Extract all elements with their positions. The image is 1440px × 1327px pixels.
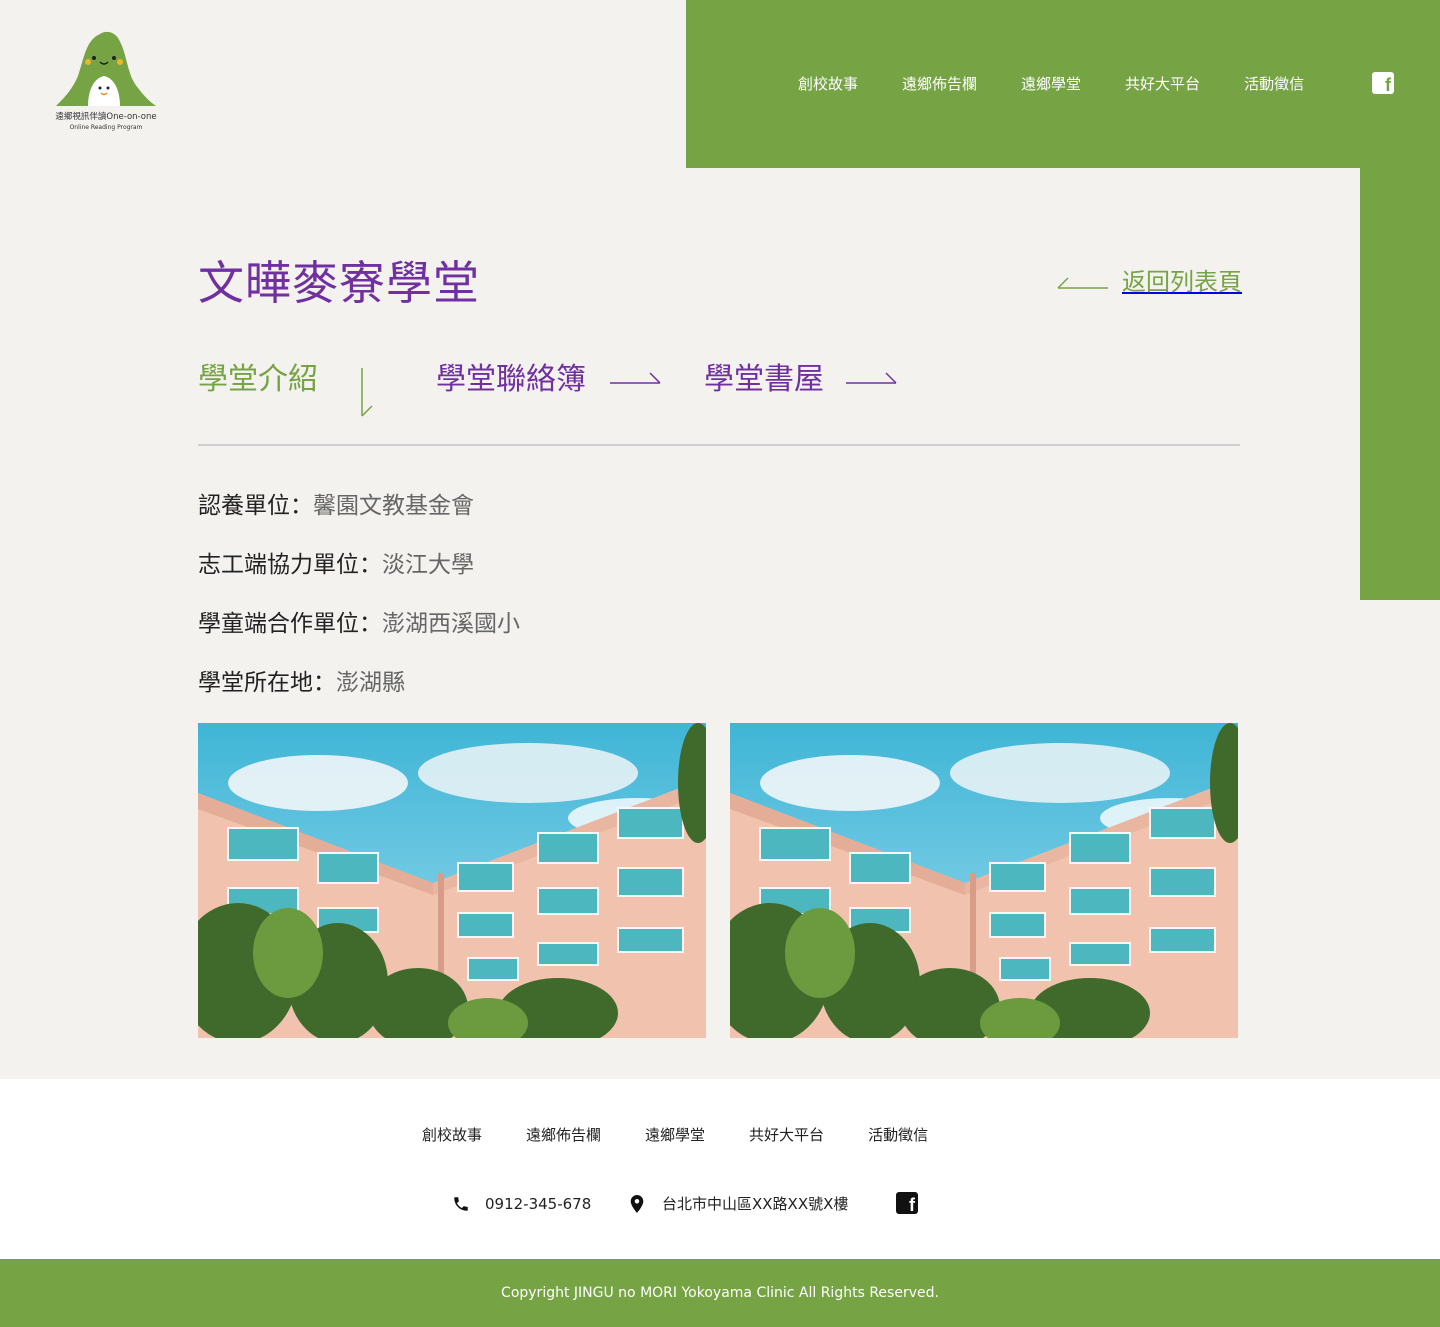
logo-subtitle: Online Reading Program <box>69 124 143 131</box>
info-student-partner: 學童端合作單位：澎湖西溪國小 <box>198 606 520 642</box>
tab-contact-book[interactable]: 學堂聯絡簿 <box>436 360 586 400</box>
arrow-right-icon <box>846 372 897 384</box>
phone-icon <box>454 1197 468 1211</box>
nav-item-platform[interactable]: 共好大平台 <box>1125 72 1200 96</box>
footer-nav: 創校故事 遠鄉佈告欄 遠鄉學堂 共好大平台 活動徵信 <box>422 1123 972 1147</box>
footer-nav-school[interactable]: 遠鄉學堂 <box>645 1123 705 1147</box>
back-to-list-link[interactable]: 返回列表頁 <box>1056 266 1242 298</box>
footer-phone[interactable]: 0912-345-678 <box>452 1191 591 1217</box>
arrow-left-icon <box>1057 277 1108 289</box>
info-location: 學堂所在地：澎湖縣 <box>198 665 520 701</box>
arrow-down-icon <box>361 368 373 417</box>
location-pin-icon <box>630 1195 644 1213</box>
info-value: 澎湖縣 <box>336 670 405 696</box>
address-text: 台北市中山區XX路XX號X樓 <box>662 1195 849 1213</box>
info-value: 馨園文教基金會 <box>313 493 474 519</box>
footer-contact: 0912-345-678 台北市中山區XX路XX號X樓 f <box>452 1191 932 1217</box>
copyright-bar: Copyright JINGU no MORI Yokoyama Clinic … <box>0 1259 1440 1327</box>
info-sponsor: 認養單位：馨園文教基金會 <box>198 488 520 524</box>
facebook-icon[interactable]: f <box>1372 72 1394 95</box>
footer-nav-story[interactable]: 創校故事 <box>422 1123 482 1147</box>
info-label: 志工端協力單位： <box>198 552 382 578</box>
info-value: 淡江大學 <box>382 552 474 578</box>
section-tabs: 學堂介紹 學堂聯絡簿 學堂書屋 <box>198 360 1240 446</box>
footer: 創校故事 遠鄉佈告欄 遠鄉學堂 共好大平台 活動徵信 0912-345-678 … <box>0 1079 1440 1259</box>
nav-item-story[interactable]: 創校故事 <box>798 72 858 96</box>
facebook-icon[interactable]: f <box>896 1192 918 1215</box>
info-label: 學堂所在地： <box>198 670 336 696</box>
info-label: 學童端合作單位： <box>198 611 382 637</box>
tab-intro[interactable]: 學堂介紹 <box>198 360 318 400</box>
mountain-mascot-icon <box>56 31 156 107</box>
info-label: 認養單位： <box>198 493 313 519</box>
side-green-accent <box>1360 168 1440 600</box>
main-nav: 創校故事 遠鄉佈告欄 遠鄉學堂 共好大平台 活動徵信 f <box>798 72 1394 96</box>
nav-item-school[interactable]: 遠鄉學堂 <box>1021 72 1081 96</box>
tab-book-house[interactable]: 學堂書屋 <box>704 360 824 400</box>
footer-nav-platform[interactable]: 共好大平台 <box>749 1123 824 1147</box>
school-photo <box>730 723 1238 1038</box>
nav-item-donation[interactable]: 活動徵信 <box>1244 72 1304 96</box>
back-label: 返回列表頁 <box>1122 268 1242 296</box>
logo-brand-text: 遠鄉視訊伴讀One-on-one <box>55 112 157 122</box>
arrow-right-icon <box>610 372 661 384</box>
school-info: 認養單位：馨園文教基金會 志工端協力單位：淡江大學 學童端合作單位：澎湖西溪國小… <box>198 488 520 724</box>
phone-number: 0912-345-678 <box>485 1195 592 1213</box>
footer-address[interactable]: 台北市中山區XX路XX號X樓 <box>630 1191 848 1217</box>
site-logo[interactable]: 遠鄉視訊伴讀One-on-one Online Reading Program <box>48 28 164 138</box>
footer-nav-donation[interactable]: 活動徵信 <box>868 1123 928 1147</box>
school-photo <box>198 723 706 1038</box>
page-title: 文曄麥寮學堂 <box>198 256 480 310</box>
nav-item-board[interactable]: 遠鄉佈告欄 <box>902 72 977 96</box>
info-value: 澎湖西溪國小 <box>382 611 520 637</box>
footer-nav-board[interactable]: 遠鄉佈告欄 <box>526 1123 601 1147</box>
info-volunteer-partner: 志工端協力單位：淡江大學 <box>198 547 520 583</box>
